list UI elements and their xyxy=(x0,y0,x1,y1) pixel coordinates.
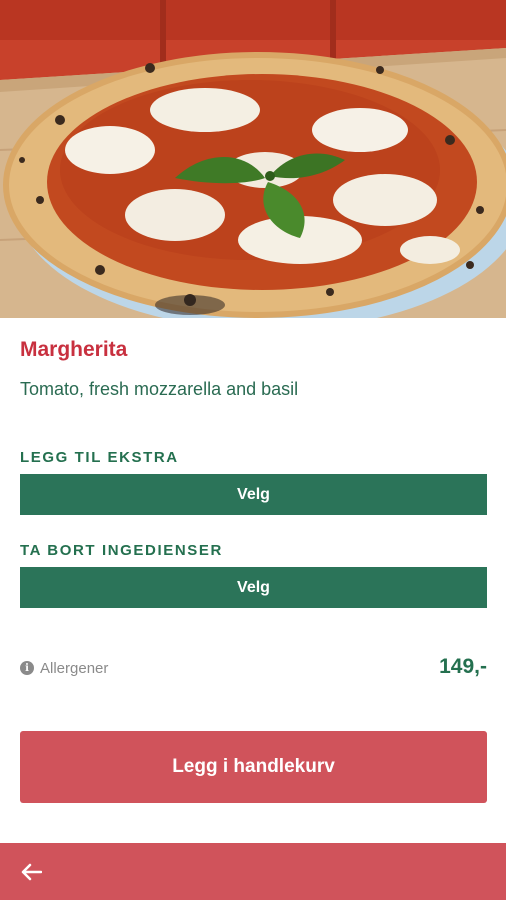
add-to-cart-button[interactable]: Legg i handlekurv xyxy=(20,731,487,803)
bottom-nav-bar xyxy=(0,843,506,900)
extras-section-label: LEGG TIL EKSTRA xyxy=(20,449,179,466)
back-button[interactable] xyxy=(14,855,48,889)
remove-ingredients-section-label: TA BORT INGEDIENSER xyxy=(20,542,223,559)
info-icon: i xyxy=(20,661,34,675)
product-title: Margherita xyxy=(20,338,128,361)
pizza-photo xyxy=(0,0,506,318)
arrow-left-icon xyxy=(21,863,42,881)
product-image xyxy=(0,0,506,318)
select-extras-button[interactable]: Velg xyxy=(20,474,487,515)
allergens-link[interactable]: i Allergener xyxy=(20,658,108,678)
product-description: Tomato, fresh mozzarella and basil xyxy=(20,379,299,399)
product-price: 149,- xyxy=(439,655,487,678)
select-remove-ingredients-button[interactable]: Velg xyxy=(20,567,487,608)
allergens-label: Allergener xyxy=(40,659,109,677)
